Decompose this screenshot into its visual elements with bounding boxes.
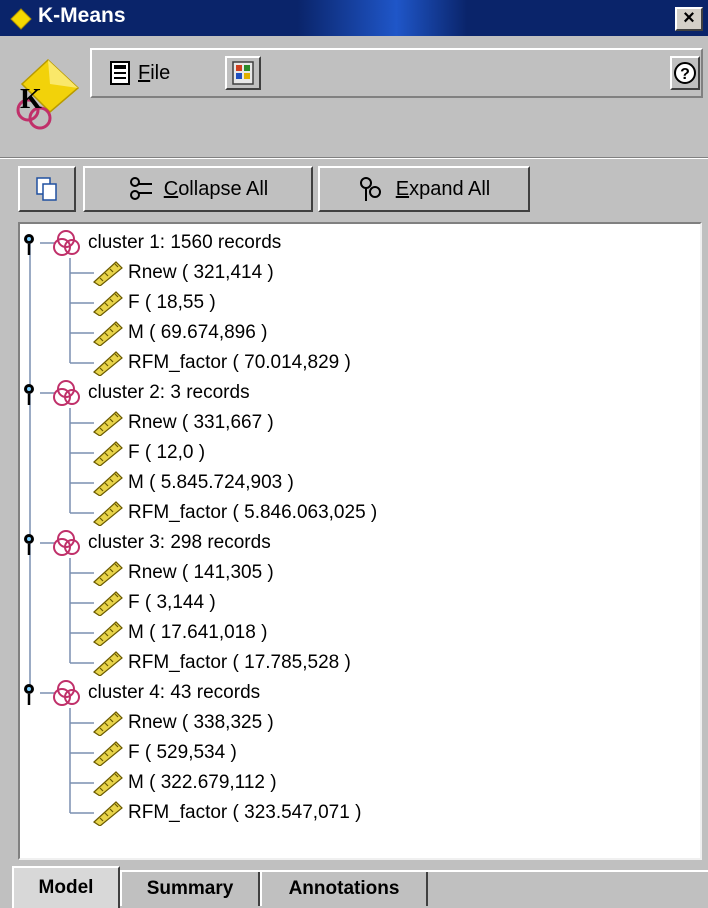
field-node[interactable]: M ( 17.641,018 ) (90, 618, 267, 648)
field-node[interactable]: RFM_factor ( 70.014,829 ) (90, 348, 351, 378)
ruler-icon (93, 711, 123, 736)
field-label: F ( 18,55 ) (128, 292, 216, 313)
field-label: RFM_factor ( 17.785,528 ) (128, 652, 351, 673)
collapse-all-label: Collapse All (163, 177, 269, 200)
tab-annotations[interactable]: Annotations (260, 872, 428, 906)
ruler-icon (93, 651, 123, 676)
field-label: M ( 322.679,112 ) (128, 772, 277, 793)
svg-text:K: K (20, 84, 42, 115)
expander-icon[interactable] (20, 529, 42, 557)
file-menu[interactable]: File (110, 57, 170, 89)
ruler-icon (93, 261, 123, 286)
field-node[interactable]: RFM_factor ( 5.846.063,025 ) (90, 498, 377, 528)
cluster-label: cluster 4: 43 records (88, 682, 261, 703)
field-node[interactable]: RFM_factor ( 17.785,528 ) (90, 648, 351, 678)
cluster-label: cluster 3: 298 records (88, 532, 271, 553)
cluster-tree: cluster 1: 1560 records Rnew ( 321,414 ) F… (18, 222, 702, 860)
close-button[interactable]: × (675, 7, 703, 31)
field-node[interactable]: M ( 69.674,896 ) (90, 318, 267, 348)
tab-summary[interactable]: Summary (120, 872, 260, 906)
ruler-icon (93, 801, 123, 826)
toolbar: File ? (90, 48, 703, 98)
ruler-icon (93, 561, 123, 586)
cluster-node[interactable]: cluster 2: 3 records (20, 378, 250, 408)
cluster-node[interactable]: cluster 3: 298 records (20, 528, 271, 558)
svg-text:?: ? (680, 66, 690, 83)
field-label: Rnew ( 321,414 ) (128, 262, 274, 283)
field-label: F ( 529,534 ) (128, 742, 237, 763)
field-label: Rnew ( 331,667 ) (128, 412, 274, 433)
field-node[interactable]: Rnew ( 338,325 ) (90, 708, 274, 738)
field-label: F ( 12,0 ) (128, 442, 206, 463)
expand-all-button[interactable]: Expand All (318, 166, 530, 212)
tab-model[interactable]: Model (12, 866, 120, 908)
separator (0, 157, 708, 159)
field-node[interactable]: F ( 12,0 ) (90, 438, 205, 468)
cluster-node[interactable]: cluster 1: 1560 records (20, 228, 281, 258)
cluster-icon (53, 680, 80, 706)
field-label: Rnew ( 141,305 ) (128, 562, 274, 583)
ruler-icon (93, 501, 123, 526)
ruler-icon (93, 741, 123, 766)
field-node[interactable]: F ( 3,144 ) (90, 588, 216, 618)
kmeans-logo-icon: K (16, 58, 80, 130)
cluster-label: cluster 2: 3 records (88, 382, 250, 403)
collapse-icon (129, 177, 152, 200)
ruler-icon (93, 771, 123, 796)
field-label: Rnew ( 338,325 ) (128, 712, 274, 733)
ruler-icon (93, 441, 123, 466)
field-label: M ( 17.641,018 ) (128, 622, 268, 643)
ruler-icon (93, 621, 123, 646)
expand-all-label: Expand All (395, 177, 491, 200)
file-menu-icon (110, 61, 130, 85)
expander-icon[interactable] (20, 229, 42, 257)
field-node[interactable]: F ( 529,534 ) (90, 738, 237, 768)
field-label: F ( 3,144 ) (128, 592, 216, 613)
field-label: M ( 5.845.724,903 ) (128, 472, 294, 493)
kmeans-diamond-icon (10, 8, 32, 30)
collapse-all-button[interactable]: Collapse All (83, 166, 313, 212)
ruler-icon (93, 411, 123, 436)
title-bar: K-Means × (0, 0, 708, 36)
cluster-label: cluster 1: 1560 records (88, 232, 282, 253)
ruler-icon (93, 291, 123, 316)
field-node[interactable]: M ( 5.845.724,903 ) (90, 468, 294, 498)
ruler-icon (93, 591, 123, 616)
cluster-icon (53, 380, 80, 406)
ruler-icon (93, 351, 123, 376)
field-node[interactable]: F ( 18,55 ) (90, 288, 216, 318)
ruler-icon (93, 471, 123, 496)
window-title: K-Means (38, 4, 126, 27)
ruler-icon (93, 321, 123, 346)
cluster-icon (53, 530, 80, 556)
expander-icon[interactable] (20, 379, 42, 407)
field-node[interactable]: Rnew ( 331,667 ) (90, 408, 274, 438)
field-label: RFM_factor ( 5.846.063,025 ) (128, 502, 378, 523)
copy-button[interactable] (18, 166, 76, 212)
field-node[interactable]: Rnew ( 141,305 ) (90, 558, 274, 588)
help-icon: ? (674, 62, 696, 84)
help-button[interactable]: ? (670, 56, 700, 90)
field-label: RFM_factor ( 70.014,829 ) (128, 352, 351, 373)
file-menu-label: File (138, 61, 171, 84)
field-node[interactable]: Rnew ( 321,414 ) (90, 258, 274, 288)
expander-icon[interactable] (20, 679, 42, 707)
field-node[interactable]: M ( 322.679,112 ) (90, 768, 277, 798)
cluster-node[interactable]: cluster 4: 43 records (20, 678, 260, 708)
field-node[interactable]: RFM_factor ( 323.547,071 ) (90, 798, 361, 828)
copy-icon (36, 177, 57, 201)
generate-node-icon (232, 61, 254, 85)
field-label: RFM_factor ( 323.547,071 ) (128, 802, 362, 823)
field-label: M ( 69.674,896 ) (128, 322, 268, 343)
expand-icon (359, 177, 381, 201)
generate-button[interactable] (225, 56, 261, 90)
cluster-icon (53, 230, 80, 256)
